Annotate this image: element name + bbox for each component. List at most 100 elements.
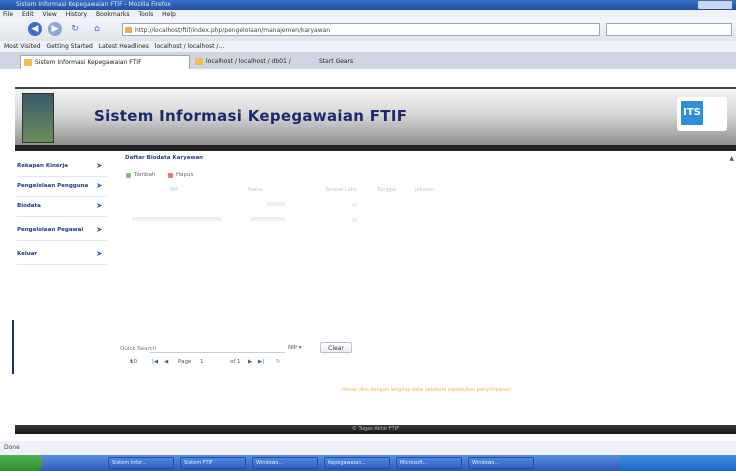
delete-button[interactable]: Hapus: [168, 172, 193, 178]
institution-logo: [22, 93, 54, 143]
next-page-icon[interactable]: ▶: [248, 359, 252, 365]
reload-icon[interactable]: ↻: [68, 22, 82, 36]
sidebar-menu: Rekapan Kinerja ➤ Pengelolaan Pengguna ➤…: [15, 156, 110, 362]
its-logo-text: ITS: [681, 101, 703, 125]
window-title-bar: Sistem Informasi Kepegawaian FTIF - Mozi…: [0, 0, 736, 10]
bookmark-latest-headlines[interactable]: Latest Headlines: [99, 43, 149, 50]
sidebar-item-pengelolaan-pegawai[interactable]: Pengelolaan Pegawai ➤: [17, 220, 107, 241]
taskbar-item[interactable]: Windows...: [252, 457, 318, 469]
sidebar-item-label: Pengelolaan Pegawai: [17, 227, 84, 233]
sidebar-item-label: Keluar: [17, 251, 38, 257]
quick-search-field-select[interactable]: NIP ▾: [288, 345, 302, 351]
windows-taskbar: Sistem Infor... Sistem FTIF Windows... K…: [0, 455, 736, 471]
quick-search-field-value: NIP: [288, 345, 298, 351]
column-header-jabatan[interactable]: Jabatan: [415, 187, 434, 193]
page-size-select[interactable]: 10 ▾: [130, 359, 137, 365]
window-title: Sistem Informasi Kepegawaian FTIF - Mozi…: [16, 1, 171, 8]
tab-label: Start Gears: [319, 58, 354, 65]
tab-bar: Sistem Informasi Kepegawaian FTIF localh…: [0, 52, 736, 79]
taskbar-item[interactable]: Sistem Infor...: [108, 457, 174, 469]
page-content: Sistem Informasi Kepegawaian FTIF ITS Re…: [0, 69, 736, 441]
column-header-nama[interactable]: Nama: [248, 187, 263, 193]
table-cell: [352, 203, 357, 207]
taskbar-item[interactable]: Windows...: [468, 457, 534, 469]
column-header-tempat-lahir[interactable]: Tempat Lahir: [325, 187, 357, 193]
system-tray[interactable]: [620, 455, 736, 471]
browser-status-bar: Done: [0, 441, 736, 455]
menu-edit[interactable]: Edit: [22, 11, 34, 18]
sidebar-item-keluar[interactable]: Keluar ➤: [17, 244, 107, 265]
expand-arrow-icon: ➤: [96, 161, 103, 170]
page-footer: © Tugas Akhir FTIF: [15, 425, 736, 434]
start-button[interactable]: [0, 455, 42, 471]
window-controls[interactable]: [698, 1, 732, 9]
taskbar-item[interactable]: Sistem FTIF: [180, 457, 246, 469]
bookmark-most-visited[interactable]: Most Visited: [4, 43, 41, 50]
collapse-icon[interactable]: ▲: [729, 155, 734, 162]
menu-bookmarks[interactable]: Bookmarks: [96, 11, 130, 18]
taskbar-item[interactable]: Kepegawaian...: [324, 457, 390, 469]
menu-help[interactable]: Help: [162, 11, 176, 18]
column-header-nip[interactable]: NIP: [170, 187, 178, 193]
table-cell: [352, 218, 357, 222]
site-favicon-icon: [125, 27, 132, 33]
add-button[interactable]: Tambah: [126, 172, 156, 178]
clear-button[interactable]: Clear: [320, 342, 352, 353]
sidebar-item-label: Rekapan Kinerja: [17, 163, 68, 169]
app-title: Sistem Informasi Kepegawaian FTIF: [94, 107, 408, 125]
sidebar-item-pengelolaan-pengguna[interactable]: Pengelolaan Pengguna ➤: [17, 176, 107, 197]
status-text: Done: [4, 444, 20, 451]
menu-tools[interactable]: Tools: [138, 11, 153, 18]
tab-label: Sistem Informasi Kepegawaian FTIF: [35, 59, 142, 66]
header-divider: [15, 145, 736, 151]
refresh-icon[interactable]: ↻: [276, 359, 281, 365]
prev-page-icon[interactable]: ◀: [164, 359, 168, 365]
sidebar-item-label: Biodata: [17, 203, 41, 209]
menu-bar: File Edit View History Bookmarks Tools H…: [0, 10, 736, 19]
tab-favicon-icon: [195, 58, 203, 65]
table-cell: [250, 217, 285, 221]
page-number-input[interactable]: 1: [200, 359, 204, 365]
its-logo: ITS: [677, 97, 727, 131]
search-input[interactable]: [606, 23, 732, 36]
menu-file[interactable]: File: [3, 11, 13, 18]
menu-history[interactable]: History: [66, 11, 87, 18]
panel-title: Daftar Biodata Karyawan: [125, 155, 204, 161]
expand-arrow-icon: ➤: [96, 201, 103, 210]
last-page-icon[interactable]: ▶|: [258, 359, 264, 365]
expand-arrow-icon: ➤: [96, 225, 103, 234]
quick-search-input[interactable]: [150, 352, 285, 353]
table-row[interactable]: [267, 202, 285, 206]
expand-arrow-icon: ➤: [96, 249, 103, 258]
back-icon[interactable]: ◀: [28, 22, 42, 36]
first-page-icon[interactable]: |◀: [152, 359, 158, 365]
forward-icon[interactable]: ▶: [48, 22, 62, 36]
sidebar-accent-bar: [12, 320, 14, 374]
page-label: Page: [178, 359, 192, 365]
tab-localhost[interactable]: localhost / localhost / db01 / tbpeg...: [192, 55, 302, 79]
table-row[interactable]: [132, 217, 222, 221]
tab-sistem-informasi[interactable]: Sistem Informasi Kepegawaian FTIF: [20, 55, 190, 69]
menu-view[interactable]: View: [43, 11, 57, 18]
bookmarks-toolbar: Most Visited Getting Started Latest Head…: [0, 41, 736, 52]
tab-start-gears[interactable]: Start Gears: [305, 55, 365, 69]
employee-grid-panel: Daftar Biodata Karyawan ▲ Tambah Hapus N…: [120, 155, 736, 365]
page-size-value: 10: [130, 359, 137, 365]
footer-text: © Tugas Akhir FTIF: [351, 426, 400, 432]
sidebar-item-biodata[interactable]: Biodata ➤: [17, 196, 107, 217]
home-icon[interactable]: ⌂: [90, 22, 104, 36]
app-header: Sistem Informasi Kepegawaian FTIF ITS: [15, 87, 736, 147]
tab-favicon-icon: [24, 59, 32, 66]
address-text: http://localhost/ftif/index.php/pengelol…: [135, 27, 331, 34]
column-header-tanggal[interactable]: Tanggal: [377, 187, 396, 193]
form-notice: Harap diisi dengan lengkap data sebelum …: [342, 387, 512, 393]
navigation-toolbar: ◀ ▶ ↻ ⌂ http://localhost/ftif/index.php/…: [0, 19, 736, 41]
sidebar-item-label: Pengelolaan Pengguna: [17, 183, 89, 189]
sidebar-item-rekapan-kinerja[interactable]: Rekapan Kinerja ➤: [17, 156, 107, 177]
bookmark-getting-started[interactable]: Getting Started: [46, 43, 92, 50]
taskbar-item[interactable]: Microsoft...: [396, 457, 462, 469]
address-bar[interactable]: http://localhost/ftif/index.php/pengelol…: [122, 23, 600, 36]
bookmark-localhost[interactable]: localhost / localhost /...: [155, 43, 224, 50]
expand-arrow-icon: ➤: [96, 181, 103, 190]
page-count: of 1: [230, 359, 241, 365]
